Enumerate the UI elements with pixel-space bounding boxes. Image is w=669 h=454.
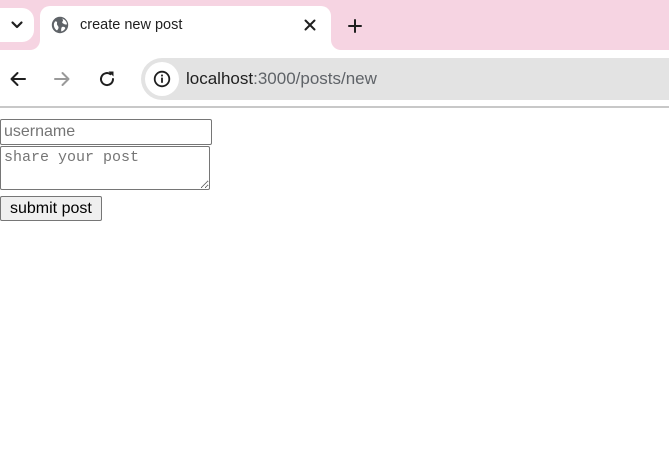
url-host: localhost [186, 69, 254, 88]
active-tab[interactable]: create new post [40, 6, 331, 50]
tab-close-button[interactable] [300, 15, 320, 35]
info-icon [153, 70, 171, 88]
username-input[interactable] [0, 119, 212, 145]
globe-icon [51, 16, 69, 34]
arrow-left-icon [10, 72, 26, 86]
arrow-right-icon [54, 72, 70, 86]
browser-toolbar: localhost:3000/posts/new [0, 50, 669, 108]
reload-icon [100, 71, 115, 87]
site-info-button[interactable] [145, 62, 179, 96]
chevron-down-icon [11, 21, 23, 29]
url-path: :3000/posts/new [253, 69, 377, 88]
back-button[interactable] [5, 66, 31, 92]
tab-strip: create new post [0, 0, 669, 50]
submit-post-button[interactable]: submit post [0, 196, 102, 221]
plus-icon [348, 19, 362, 33]
forward-button[interactable] [49, 66, 75, 92]
post-textarea[interactable] [0, 146, 210, 190]
tab-search-button[interactable] [0, 8, 34, 42]
close-icon [304, 19, 316, 31]
reload-button[interactable] [94, 66, 120, 92]
url-text[interactable]: localhost:3000/posts/new [186, 69, 377, 89]
toolbar-divider [0, 106, 669, 108]
new-tab-button[interactable] [342, 13, 368, 39]
address-bar[interactable]: localhost:3000/posts/new [141, 58, 669, 100]
tab-title: create new post [80, 17, 183, 33]
